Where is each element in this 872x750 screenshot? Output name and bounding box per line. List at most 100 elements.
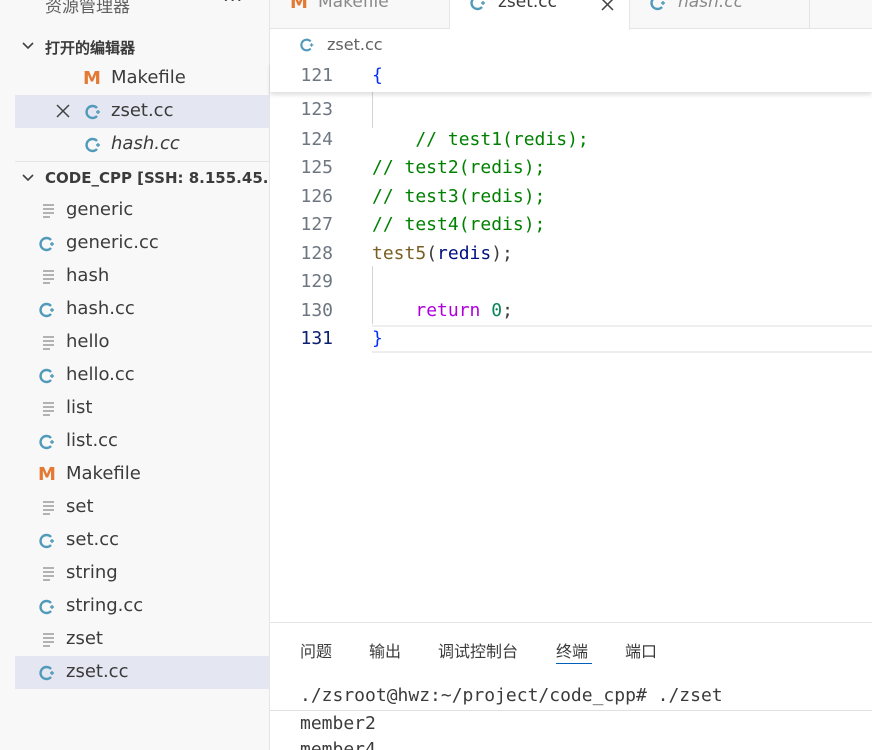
code-line[interactable]: 127 // test4(redis); [270, 211, 872, 239]
tab-ports[interactable]: 端口 [625, 638, 657, 662]
code-text: // test2(redis); [372, 157, 545, 178]
code-token: return [415, 300, 481, 321]
cpp-file-icon [39, 533, 54, 549]
code-token: // test4(redis); [372, 214, 546, 235]
bottom-panel: 问题 输出 调试控制台 终端 端口 ./zsroot@hwz:~/project… [270, 622, 872, 750]
code-line[interactable]: 130 return 0; [270, 297, 872, 325]
open-editor-label: hash.cc [111, 133, 180, 154]
code-line[interactable]: 124 // test1(redis); [270, 126, 872, 154]
line-number: 121 [300, 65, 333, 86]
code-text: // test4(redis); [372, 214, 545, 235]
tab-output[interactable]: 输出 [369, 638, 401, 662]
open-editor-item[interactable]: M Makefile [15, 62, 269, 95]
file-tree-item[interactable]: list [15, 392, 269, 425]
explorer-title: 资源管理器 [45, 0, 130, 17]
close-icon[interactable] [55, 103, 71, 119]
cpp-file-icon [85, 137, 100, 153]
chevron-down-icon [22, 42, 34, 50]
code-token: // test2(redis); [372, 157, 546, 178]
file-tree-item[interactable]: hash [15, 260, 269, 293]
workspace-header[interactable]: CODE_CPP [SSH: 8.155.45.... [15, 165, 270, 193]
line-number: 125 [300, 157, 333, 178]
file-tree-item[interactable]: zset.cc [15, 656, 269, 689]
file-tree-item[interactable]: string [15, 557, 269, 590]
text-file-icon [43, 336, 54, 350]
text-file-icon [43, 567, 54, 581]
terminal-line[interactable]: member2 [300, 713, 376, 734]
tab-debug-console[interactable]: 调试控制台 [438, 638, 518, 662]
open-editor-item[interactable]: zset.cc [15, 95, 269, 128]
chevron-down-icon [22, 174, 34, 182]
file-name-label: zset.cc [66, 661, 129, 682]
code-token: // test1(redis); [372, 129, 589, 150]
open-editors-header[interactable]: 打开的编辑器 [15, 33, 269, 61]
file-tree-item[interactable]: generic.cc [15, 227, 269, 260]
open-editor-item[interactable]: hash.cc [15, 128, 269, 161]
cpp-file-icon [39, 236, 54, 252]
file-tree-item[interactable]: zset [15, 623, 269, 656]
explorer-sidebar: 资源管理器 ··· 打开的编辑器 M Makefile zset.cc hash.cc… [0, 0, 270, 750]
editor-tab-bar: M Makefile zset.cc hash.cc [270, 0, 872, 30]
code-line[interactable]: 126 // test3(redis); [270, 183, 872, 211]
makefile-icon: M [38, 464, 56, 485]
code-line[interactable]: 123 [270, 96, 872, 124]
text-file-icon [43, 633, 54, 647]
file-name-label: string.cc [66, 595, 144, 616]
code-editor[interactable]: 121 {123 124 // test1(redis); 125 // test2(r… [270, 60, 872, 620]
close-icon[interactable] [600, 0, 615, 12]
file-tree-item[interactable]: hello.cc [15, 359, 269, 392]
code-line[interactable]: 128 test5(redis); [270, 240, 872, 268]
tab-terminal[interactable]: 终端 [556, 638, 588, 662]
tab-hash-cc[interactable]: hash.cc [630, 0, 810, 29]
cpp-file-icon [650, 0, 665, 11]
cpp-file-icon [39, 368, 54, 384]
tab-zset-cc[interactable]: zset.cc [450, 0, 630, 30]
file-tree-item[interactable]: list.cc [15, 425, 269, 458]
tab-makefile[interactable]: M Makefile [270, 0, 450, 29]
file-tree-item[interactable]: hash.cc [15, 293, 269, 326]
cpp-file-icon [470, 0, 485, 11]
file-tree-item[interactable]: set.cc [15, 524, 269, 557]
code-text: return 0; [372, 300, 513, 321]
code-token: // test3(redis); [372, 186, 546, 207]
file-tree-item[interactable]: hello [15, 326, 269, 359]
line-number: 128 [300, 243, 333, 264]
code-text: { [372, 65, 383, 86]
file-name-label: set.cc [66, 529, 120, 550]
terminal-line[interactable]: member4 [300, 739, 376, 750]
terminal-line[interactable]: ./zsroot@hwz:~/project/code_cpp# ./zset [300, 685, 723, 706]
code-token: ( [426, 243, 438, 264]
code-line[interactable]: 125 // test2(redis); [270, 154, 872, 182]
tab-label: zset.cc [498, 0, 558, 12]
tab-label: hash.cc [678, 0, 743, 12]
text-file-icon [43, 270, 54, 284]
open-editor-label: Makefile [111, 67, 186, 88]
line-number: 123 [300, 99, 333, 120]
file-tree-item[interactable]: generic [15, 194, 269, 227]
breadcrumb-file: zset.cc [327, 35, 383, 54]
code-text: // test1(redis); [372, 129, 589, 150]
cpp-file-icon [300, 38, 314, 52]
file-name-label: generic.cc [66, 232, 159, 253]
code-line[interactable]: 129 [270, 268, 872, 296]
file-name-label: hello [66, 331, 110, 352]
file-tree-item[interactable]: set [15, 491, 269, 524]
cpp-file-icon [39, 434, 54, 450]
code-token: 0 [491, 300, 503, 321]
code-token: ); [491, 243, 513, 264]
more-actions-icon[interactable]: ··· [223, 0, 243, 11]
active-tab-indicator [556, 663, 592, 664]
makefile-icon: M [290, 0, 308, 13]
file-tree-item[interactable]: M Makefile [15, 458, 269, 491]
file-name-label: list [66, 397, 93, 418]
workspace-label: CODE_CPP [SSH: 8.155.45.... [45, 169, 270, 187]
terminal-divider [270, 710, 872, 711]
code-line[interactable]: 131} [270, 325, 872, 353]
code-text: // test3(redis); [372, 186, 545, 207]
sticky-scroll-line[interactable]: 121 { [270, 62, 872, 92]
open-editors-label: 打开的编辑器 [45, 39, 136, 57]
tab-problems[interactable]: 问题 [300, 638, 332, 662]
file-tree-item[interactable]: string.cc [15, 590, 269, 623]
